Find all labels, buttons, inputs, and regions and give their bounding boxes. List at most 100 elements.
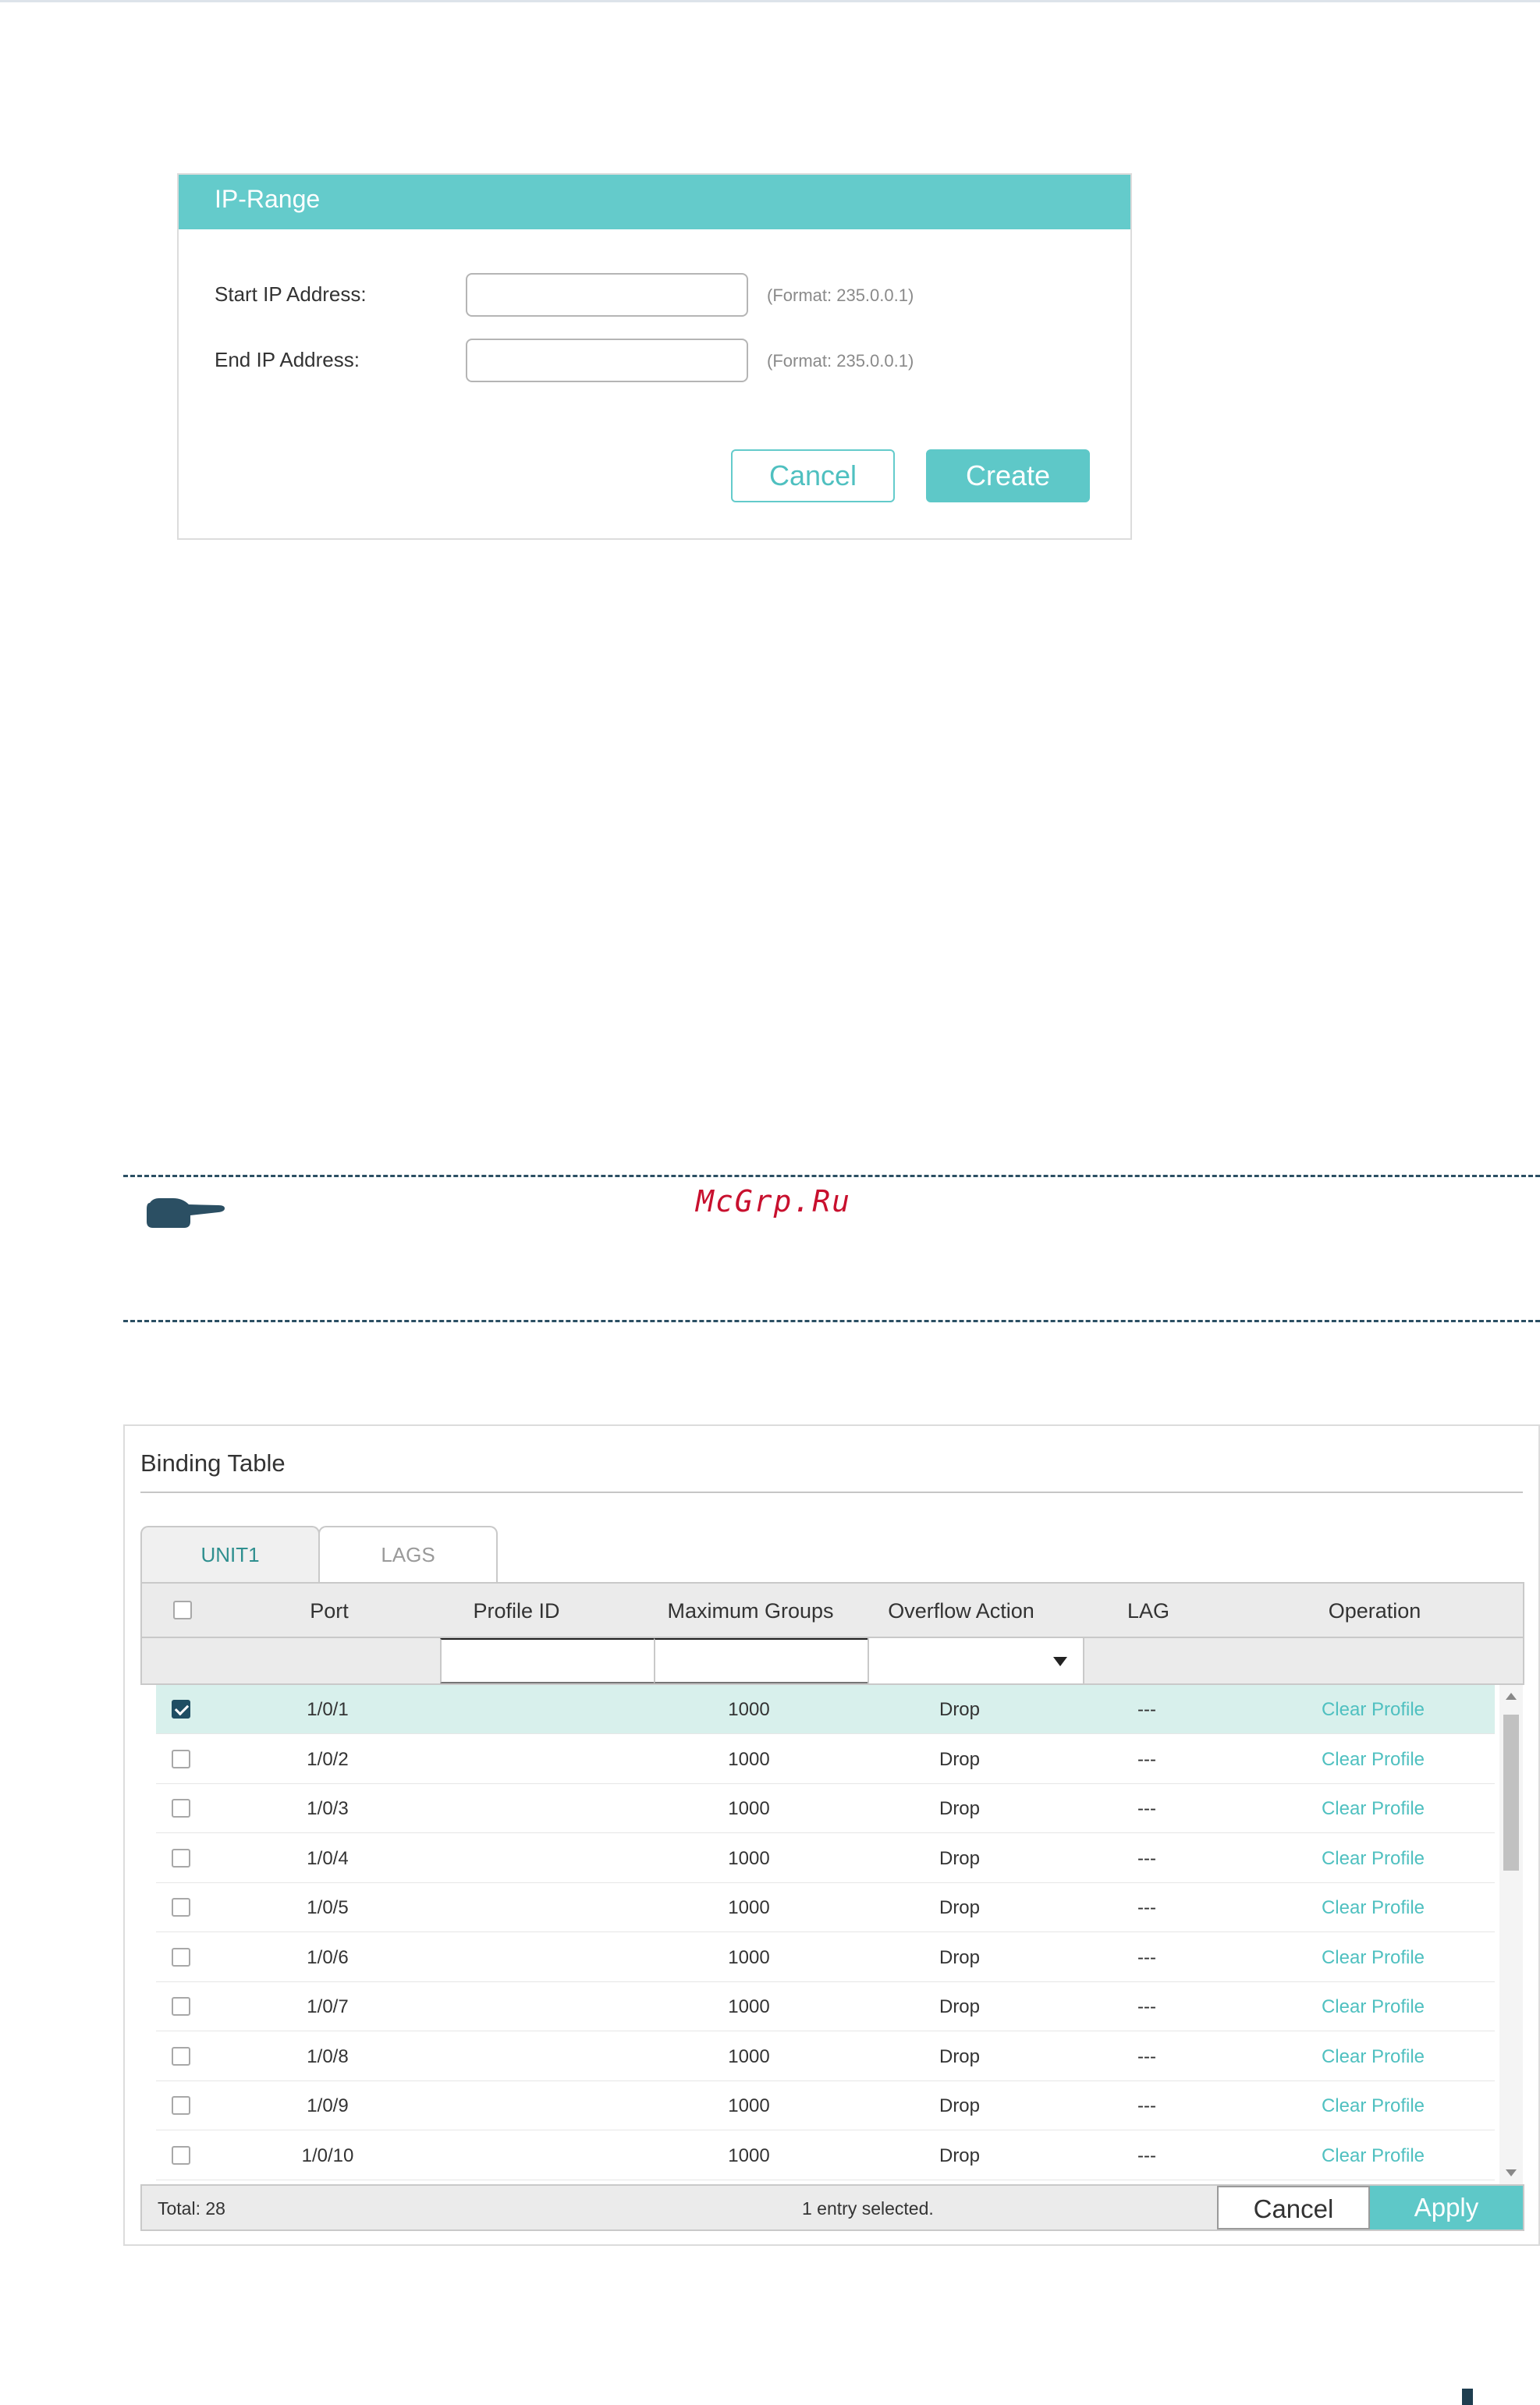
tab-lags[interactable]: LAGS: [318, 1526, 498, 1582]
overflow-action-cell: Drop: [939, 2095, 981, 2116]
row-checkbox[interactable]: [172, 2046, 190, 2066]
overflow-action-cell: Drop: [939, 1699, 981, 1720]
table-row[interactable]: 1/0/6 1000 Drop --- Clear Profile: [156, 1933, 1495, 1982]
profile-id-filter-input[interactable]: [440, 1638, 655, 1683]
column-header-lag[interactable]: LAG: [1078, 1599, 1219, 1623]
clear-profile-link[interactable]: Clear Profile: [1279, 1996, 1467, 2018]
table-row[interactable]: 1/0/10 1000 Drop --- Clear Profile: [156, 2131, 1495, 2180]
table-row[interactable]: 1/0/2 1000 Drop --- Clear Profile: [156, 1735, 1495, 1784]
binding-table-panel: Binding Table UNIT1 LAGS Port Profile ID…: [123, 1424, 1540, 2246]
max-groups-cell: 1000: [728, 1699, 770, 1720]
table-row[interactable]: 1/0/3 1000 Drop --- Clear Profile: [156, 1784, 1495, 1833]
row-checkbox[interactable]: [172, 1997, 190, 2016]
clear-profile-link[interactable]: Clear Profile: [1279, 2046, 1467, 2068]
overflow-action-cell: Drop: [939, 2144, 981, 2166]
ip-range-panel: IP-Range Start IP Address: (Format: 235.…: [177, 173, 1132, 540]
watermark-text: McGrp.Ru: [696, 1184, 852, 1218]
table-body: 1/0/10 1000 Drop --- Clear Profile 1/0/9 1000 D…: [140, 1685, 1524, 2184]
end-ip-input[interactable]: [466, 339, 748, 382]
ip-range-cancel-button[interactable]: Cancel: [731, 449, 895, 502]
binding-table-title: Binding Table: [140, 1449, 286, 1477]
lag-cell: ---: [1137, 2095, 1156, 2116]
overflow-action-cell: Drop: [939, 1847, 981, 1869]
ip-range-create-button[interactable]: Create: [926, 449, 1090, 502]
filter-row: [140, 1638, 1524, 1685]
tab-unit1[interactable]: UNIT1: [140, 1526, 320, 1582]
end-ip-hint: (Format: 235.0.0.1): [767, 351, 914, 371]
scrollbar-thumb[interactable]: [1503, 1715, 1519, 1871]
port-cell: 1/0/3: [307, 1798, 349, 1819]
clear-profile-link[interactable]: Clear Profile: [1279, 2095, 1467, 2117]
max-groups-cell: 1000: [728, 2095, 770, 2116]
lag-cell: ---: [1137, 1699, 1156, 1720]
clear-profile-link[interactable]: Clear Profile: [1279, 1749, 1467, 1771]
lag-cell: ---: [1137, 1798, 1156, 1819]
column-header-port[interactable]: Port: [267, 1599, 392, 1623]
overflow-action-cell: Drop: [939, 1748, 981, 1770]
start-ip-hint: (Format: 235.0.0.1): [767, 286, 914, 305]
overflow-action-cell: Drop: [939, 1897, 981, 1918]
select-all-checkbox[interactable]: [173, 1601, 192, 1619]
column-header-profile-id[interactable]: Profile ID: [438, 1599, 594, 1623]
lag-cell: ---: [1137, 1946, 1156, 1968]
table-row[interactable]: 1/0/9 1000 Drop --- Clear Profile: [156, 2081, 1495, 2130]
table-row[interactable]: 1/0/8 1000 Drop --- Clear Profile: [156, 2032, 1495, 2081]
row-checkbox[interactable]: [172, 1799, 190, 1818]
column-header-maximum-groups[interactable]: Maximum Groups: [641, 1599, 860, 1623]
lag-cell: ---: [1137, 1847, 1156, 1869]
dropdown-arrow-icon: [1053, 1657, 1067, 1666]
port-cell: 1/0/10: [301, 2144, 354, 2166]
ip-range-title: IP-Range: [179, 175, 1130, 229]
column-header-operation[interactable]: Operation: [1281, 1599, 1468, 1623]
scroll-down-icon[interactable]: [1506, 2169, 1517, 2176]
table-row[interactable]: 1/0/4 1000 Drop --- Clear Profile: [156, 1834, 1495, 1883]
port-cell: 1/0/9: [307, 2095, 349, 2116]
row-checkbox[interactable]: [172, 1700, 190, 1719]
table-row[interactable]: 1/0/1 1000 Drop --- Clear Profile: [156, 1685, 1495, 1734]
overflow-action-cell: Drop: [939, 1996, 981, 2017]
table-cancel-button[interactable]: Cancel: [1217, 2186, 1370, 2229]
port-cell: 1/0/7: [307, 1996, 349, 2017]
clear-profile-link[interactable]: Clear Profile: [1279, 1947, 1467, 1969]
start-ip-input[interactable]: [466, 273, 748, 317]
port-cell: 1/0/5: [307, 1897, 349, 1918]
port-cell: 1/0/2: [307, 1748, 349, 1770]
clear-profile-link[interactable]: Clear Profile: [1279, 1699, 1467, 1721]
title-divider: [140, 1492, 1523, 1493]
row-checkbox[interactable]: [172, 1947, 190, 1967]
total-count: Total: 28: [158, 2198, 225, 2219]
overflow-action-cell: Drop: [939, 1798, 981, 1819]
lag-cell: ---: [1137, 1748, 1156, 1770]
port-cell: 1/0/6: [307, 1946, 349, 1968]
overflow-action-filter-select[interactable]: [868, 1638, 1084, 1683]
row-checkbox[interactable]: [172, 1749, 190, 1768]
table-apply-button[interactable]: Apply: [1370, 2186, 1523, 2229]
clear-profile-link[interactable]: Clear Profile: [1279, 2145, 1467, 2167]
clear-profile-link[interactable]: Clear Profile: [1279, 1848, 1467, 1870]
start-ip-label: Start IP Address:: [215, 282, 367, 306]
row-checkbox[interactable]: [172, 1848, 190, 1868]
row-checkbox[interactable]: [172, 1898, 190, 1917]
row-checkbox[interactable]: [172, 2096, 190, 2115]
scroll-up-icon[interactable]: [1506, 1693, 1517, 1700]
row-checkbox[interactable]: [172, 2145, 190, 2165]
max-groups-cell: 1000: [728, 1897, 770, 1918]
table-row[interactable]: 1/0/5 1000 Drop --- Clear Profile: [156, 1883, 1495, 1932]
column-header-overflow-action[interactable]: Overflow Action: [852, 1599, 1070, 1623]
max-groups-cell: 1000: [728, 1996, 770, 2017]
max-groups-cell: 1000: [728, 1847, 770, 1869]
lag-cell: ---: [1137, 1996, 1156, 2017]
max-groups-cell: 1000: [728, 1798, 770, 1819]
max-groups-cell: 1000: [728, 2144, 770, 2166]
note-bottom-divider: [123, 1320, 1540, 1322]
port-cell: 1/0/4: [307, 1847, 349, 1869]
table-scrollbar[interactable]: [1499, 1685, 1523, 2184]
table-row[interactable]: 1/0/7 1000 Drop --- Clear Profile: [156, 1982, 1495, 2031]
clear-profile-link[interactable]: Clear Profile: [1279, 1798, 1467, 1820]
pointing-hand-icon: [147, 1198, 225, 1228]
port-cell: 1/0/1: [307, 1699, 349, 1720]
max-groups-filter-input[interactable]: [654, 1638, 869, 1683]
lag-cell: ---: [1137, 2045, 1156, 2067]
clear-profile-link[interactable]: Clear Profile: [1279, 1897, 1467, 1919]
max-groups-cell: 1000: [728, 1946, 770, 1968]
